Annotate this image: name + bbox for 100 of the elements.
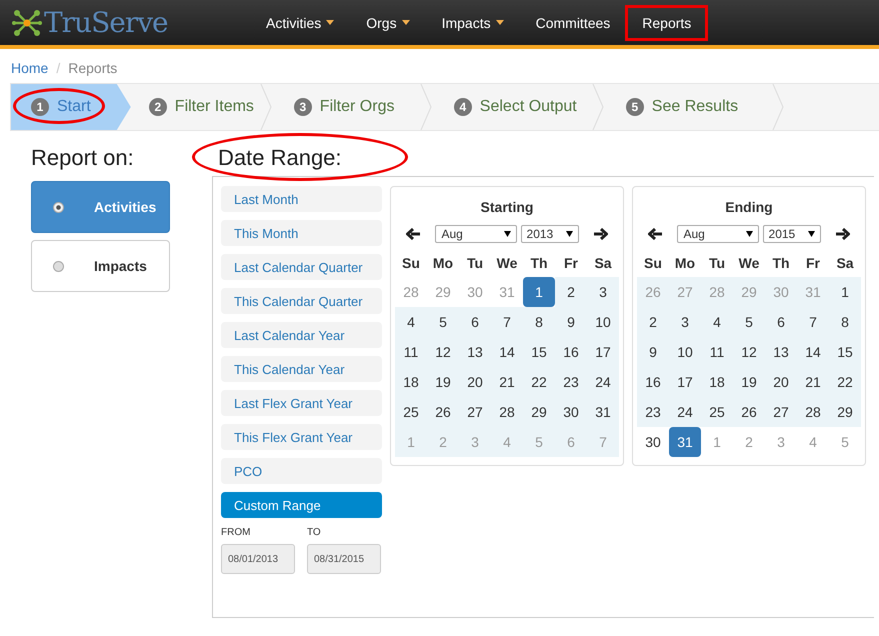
calendar-day[interactable]: 8: [829, 307, 861, 337]
weekday-label: Th: [771, 254, 791, 273]
calendar-day[interactable]: 15: [829, 337, 861, 367]
calendar-day[interactable]: 18: [701, 367, 733, 397]
range-preset[interactable]: Last Calendar Quarter: [221, 254, 382, 280]
field-label: TO: [307, 527, 321, 538]
calendar-day[interactable]: 2: [637, 307, 669, 337]
calendar-day[interactable]: 5: [427, 307, 459, 337]
calendar-day[interactable]: 21: [491, 367, 523, 397]
wizard-step[interactable]: 3 Filter Orgs: [272, 84, 432, 130]
calendar-day[interactable]: 13: [459, 337, 491, 367]
nav-link[interactable]: Impacts: [426, 4, 520, 40]
range-preset[interactable]: Last Calendar Year: [221, 322, 382, 348]
nav-link[interactable]: Reports: [626, 4, 708, 40]
calendar-day[interactable]: 31: [587, 397, 619, 427]
calendar-day[interactable]: 25: [395, 397, 427, 427]
calendar-day[interactable]: 28: [797, 397, 829, 427]
weekday-label: Mo: [674, 254, 696, 273]
calendar-day[interactable]: 30: [637, 427, 669, 457]
calendar-day[interactable]: 25: [701, 397, 733, 427]
weekday-label: Th: [529, 254, 549, 273]
calendar-day[interactable]: 31: [669, 427, 701, 457]
year-select[interactable]: 2013: [520, 225, 579, 243]
calendar-day[interactable]: 26: [427, 397, 459, 427]
calendar-day[interactable]: 13: [765, 337, 797, 367]
calendar-day[interactable]: 23: [555, 367, 587, 397]
calendar-day[interactable]: 15: [523, 337, 555, 367]
calendar-day[interactable]: 21: [797, 367, 829, 397]
dropdown-icon: [504, 231, 511, 237]
calendar-day[interactable]: 4: [701, 307, 733, 337]
calendar-day[interactable]: 10: [587, 307, 619, 337]
calendar-day[interactable]: 1: [523, 277, 555, 307]
calendar-day[interactable]: 26: [733, 397, 765, 427]
calendar-day[interactable]: 29: [829, 397, 861, 427]
calendar-day[interactable]: 14: [491, 337, 523, 367]
range-preset[interactable]: PCO: [221, 458, 382, 484]
calendar-day[interactable]: 3: [669, 307, 701, 337]
range-preset[interactable]: Custom Range: [221, 492, 382, 518]
month-select[interactable]: Aug: [677, 225, 759, 243]
calendar-day[interactable]: 19: [427, 367, 459, 397]
calendar-day[interactable]: 4: [395, 307, 427, 337]
calendar-day[interactable]: 24: [669, 397, 701, 427]
wizard-step[interactable]: 5 See Results: [604, 84, 784, 130]
nav-link[interactable]: Activities: [250, 4, 350, 40]
report-option[interactable]: Impacts: [31, 240, 170, 292]
calendar-day[interactable]: 6: [459, 307, 491, 337]
brand-name[interactable]: TruServe: [44, 6, 168, 39]
calendar-day[interactable]: 30: [555, 397, 587, 427]
calendar-day[interactable]: 19: [733, 367, 765, 397]
calendar-day[interactable]: 6: [765, 307, 797, 337]
weekday-label: Su: [401, 254, 421, 273]
calendar-day[interactable]: 1: [829, 277, 861, 307]
year-select[interactable]: 2015: [762, 225, 821, 243]
calendar-day[interactable]: 8: [523, 307, 555, 337]
range-preset[interactable]: This Flex Grant Year: [221, 424, 382, 450]
calendar-day[interactable]: 7: [491, 307, 523, 337]
calendar-day[interactable]: 9: [555, 307, 587, 337]
nav-link[interactable]: Committees: [520, 4, 626, 40]
calendar-day[interactable]: 27: [459, 397, 491, 427]
calendar-day[interactable]: 12: [733, 337, 765, 367]
calendar-day[interactable]: 20: [459, 367, 491, 397]
calendar-day[interactable]: 9: [637, 337, 669, 367]
range-preset[interactable]: This Calendar Quarter: [221, 288, 382, 314]
nav-link[interactable]: Orgs: [350, 4, 426, 40]
range-preset[interactable]: This Calendar Year: [221, 356, 382, 382]
calendar-day[interactable]: 29: [523, 397, 555, 427]
month-select[interactable]: Aug: [435, 225, 517, 243]
calendar-day[interactable]: 7: [797, 307, 829, 337]
to-date-field[interactable]: 08/31/2015: [307, 544, 381, 574]
calendar-day[interactable]: 11: [701, 337, 733, 367]
calendar-day[interactable]: 16: [555, 337, 587, 367]
field-label: FROM: [221, 527, 250, 538]
calendar-day[interactable]: 12: [427, 337, 459, 367]
calendar-day[interactable]: 3: [587, 277, 619, 307]
wizard-step[interactable]: 1 Start: [11, 84, 131, 130]
calendar-day[interactable]: 2: [555, 277, 587, 307]
calendar-day[interactable]: 14: [797, 337, 829, 367]
calendar-day[interactable]: 17: [669, 367, 701, 397]
calendar-day[interactable]: 24: [587, 367, 619, 397]
range-preset[interactable]: This Month: [221, 220, 382, 246]
calendar-day[interactable]: 5: [733, 307, 765, 337]
calendar-day[interactable]: 22: [829, 367, 861, 397]
calendar-day[interactable]: 10: [669, 337, 701, 367]
breadcrumb-link[interactable]: Home: [11, 60, 48, 76]
calendar-day[interactable]: 20: [765, 367, 797, 397]
calendar-day[interactable]: 18: [395, 367, 427, 397]
calendar-day[interactable]: 17: [587, 337, 619, 367]
calendar-day[interactable]: 16: [637, 367, 669, 397]
range-preset[interactable]: Last Month: [221, 186, 382, 212]
weekday-label: Tu: [708, 254, 726, 273]
calendar-day[interactable]: 11: [395, 337, 427, 367]
calendar-day[interactable]: 27: [765, 397, 797, 427]
wizard-step[interactable]: 4 Select Output: [432, 84, 604, 130]
calendar-day[interactable]: 23: [637, 397, 669, 427]
calendar-day[interactable]: 28: [491, 397, 523, 427]
report-option[interactable]: Activities: [31, 181, 170, 233]
from-date-field[interactable]: 08/01/2013: [221, 544, 295, 574]
calendar-day[interactable]: 22: [523, 367, 555, 397]
range-preset[interactable]: Last Flex Grant Year: [221, 390, 382, 416]
weekday-label: Sa: [593, 254, 613, 273]
